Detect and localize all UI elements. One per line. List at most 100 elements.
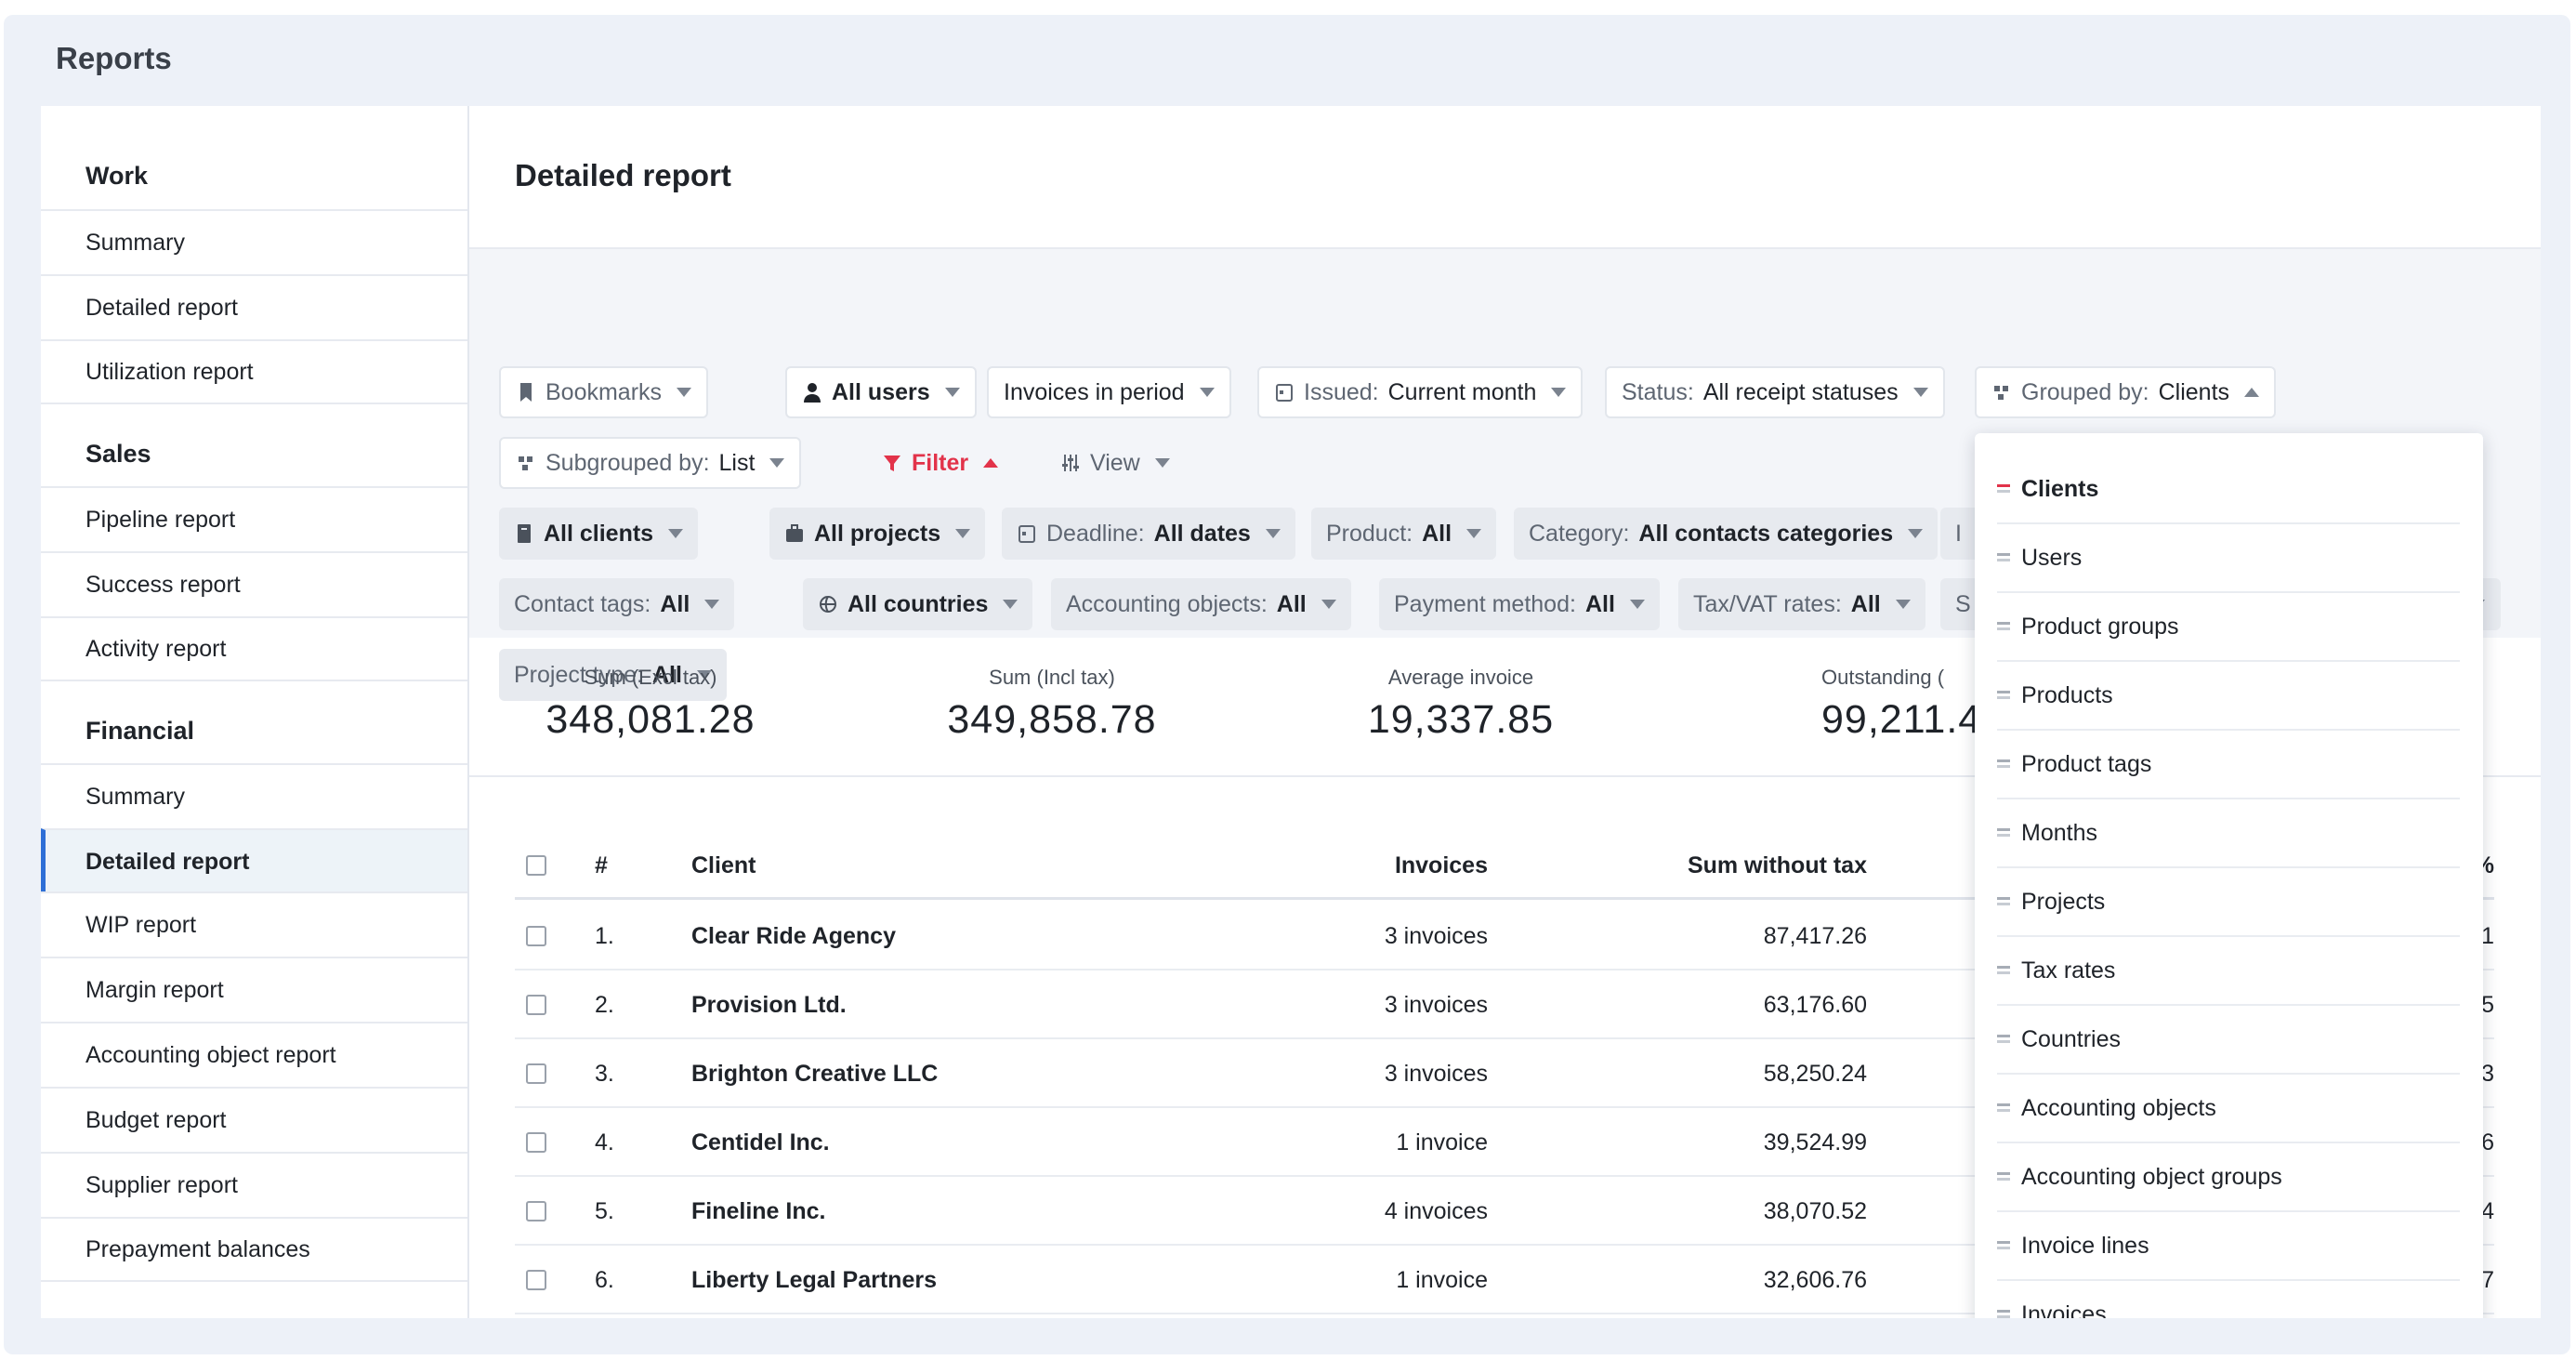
list-icon: [1997, 1238, 2010, 1253]
list-icon: [1997, 825, 2010, 840]
sidebar-item-wip-report[interactable]: WIP report: [41, 891, 467, 957]
all-users-dropdown[interactable]: All users: [785, 366, 977, 418]
group-option-product-tags[interactable]: Product tags: [1997, 731, 2460, 799]
tax-vat-rates-dropdown[interactable]: Tax/VAT rates: All: [1678, 578, 1925, 630]
all-projects-dropdown[interactable]: All projects: [769, 508, 986, 560]
list-icon: [1997, 1169, 2010, 1184]
issued-dropdown[interactable]: Issued: Current month: [1257, 366, 1584, 418]
group-option-accounting-object-groups[interactable]: Accounting object groups: [1997, 1143, 2460, 1212]
status-dropdown[interactable]: Status: All receipt statuses: [1605, 366, 1945, 418]
accounting-objects-dropdown[interactable]: Accounting objects: All: [1051, 578, 1351, 630]
group-option-accounting-objects[interactable]: Accounting objects: [1997, 1075, 2460, 1143]
row-checkbox[interactable]: [526, 1108, 546, 1177]
list-icon: [1997, 619, 2010, 634]
globe-icon: [820, 596, 836, 613]
contact-tags-dropdown[interactable]: Contact tags: All: [499, 578, 735, 630]
row-client[interactable]: Clear Ride Agency: [691, 902, 896, 970]
group-option-countries[interactable]: Countries: [1997, 1006, 2460, 1075]
row-invoices[interactable]: 3 invoices: [1165, 970, 1488, 1039]
payment-method-dropdown[interactable]: Payment method: All: [1379, 578, 1660, 630]
sidebar-section-sales: Sales: [85, 440, 151, 468]
grouped-by-dropdown[interactable]: Grouped by: Clients: [1975, 366, 2277, 418]
sidebar-item-activity-report[interactable]: Activity report: [41, 616, 467, 681]
row-checkbox[interactable]: [526, 1039, 546, 1108]
group-option-label: Countries: [2021, 1025, 2121, 1052]
row-client[interactable]: Liberty Legal Partners: [691, 1246, 937, 1314]
header-sum-without-tax[interactable]: Sum without tax: [1537, 831, 1867, 900]
chevron-down-icon: [1895, 600, 1911, 609]
row-sum-without-tax: 63,176.60: [1763, 991, 1867, 1018]
group-option-tax-rates[interactable]: Tax rates: [1997, 937, 2460, 1006]
payment-method-value: All: [1584, 590, 1615, 617]
row-checkbox[interactable]: [526, 902, 546, 970]
view-label: View: [1090, 449, 1140, 476]
reports-card: Work Summary Detailed report Utilization…: [41, 106, 2541, 1318]
partial-filter-label: S: [1955, 590, 1971, 617]
group-option-clients[interactable]: Clients: [1997, 456, 2460, 524]
chevron-down-icon: [1003, 600, 1019, 609]
group-option-product-groups[interactable]: Product groups: [1997, 593, 2460, 662]
row-client[interactable]: Centidel Inc.: [691, 1108, 830, 1177]
deadline-dropdown[interactable]: Deadline: All dates: [1002, 508, 1295, 560]
group-icon: [519, 456, 532, 470]
category-dropdown[interactable]: Category: All contacts categories: [1514, 508, 1939, 560]
row-client[interactable]: Provision Ltd.: [691, 970, 847, 1039]
sidebar-item-financial-summary[interactable]: Summary: [41, 763, 467, 828]
product-label: Product:: [1326, 520, 1413, 547]
issued-label: Issued:: [1304, 378, 1379, 405]
bookmarks-dropdown[interactable]: Bookmarks: [499, 366, 709, 418]
sidebar-item-budget-report[interactable]: Budget report: [41, 1087, 467, 1152]
view-dropdown[interactable]: View: [1045, 437, 1185, 489]
sidebar-item-success-report[interactable]: Success report: [41, 551, 467, 616]
chevron-down-icon: [1908, 529, 1924, 538]
row-number: 5.: [595, 1197, 614, 1224]
sidebar-item-margin-report[interactable]: Margin report: [41, 957, 467, 1022]
row-client[interactable]: Brighton Creative LLC: [691, 1039, 938, 1108]
group-option-products[interactable]: Products: [1997, 662, 2460, 731]
filter-toggle[interactable]: Filter: [867, 437, 1013, 489]
invoices-in-period-dropdown[interactable]: Invoices in period: [987, 366, 1231, 418]
list-icon: [1997, 757, 2010, 772]
sidebar-item-prepayment-balances[interactable]: Prepayment balances: [41, 1217, 467, 1282]
header-number[interactable]: #: [595, 831, 608, 900]
row-invoices[interactable]: 3 invoices: [1165, 1039, 1488, 1108]
group-option-invoice-lines[interactable]: Invoice lines: [1997, 1212, 2460, 1281]
stat-sum-incl-tax: Sum (Incl tax) 349,858.78: [936, 666, 1168, 743]
group-option-invoices[interactable]: Invoices: [1997, 1281, 2460, 1318]
header-invoices[interactable]: Invoices: [1165, 831, 1488, 900]
category-label: Category:: [1529, 520, 1630, 547]
select-all-checkbox[interactable]: [526, 831, 546, 900]
product-dropdown[interactable]: Product: All: [1311, 508, 1497, 560]
subgrouped-by-dropdown[interactable]: Subgrouped by: List: [499, 437, 802, 489]
group-option-label: Product tags: [2021, 750, 2152, 777]
sidebar-item-work-detailed-report[interactable]: Detailed report: [41, 274, 467, 339]
all-projects-label: All projects: [814, 520, 941, 547]
category-value: All contacts categories: [1638, 520, 1894, 547]
row-checkbox[interactable]: [526, 970, 546, 1039]
row-checkbox[interactable]: [526, 1177, 546, 1246]
row-invoices[interactable]: 4 invoices: [1165, 1177, 1488, 1246]
chevron-up-icon: [2244, 388, 2260, 397]
sidebar-item-utilization-report[interactable]: Utilization report: [41, 339, 467, 404]
row-invoices[interactable]: 1 invoice: [1165, 1246, 1488, 1314]
header-client[interactable]: Client: [691, 831, 756, 900]
sidebar-item-financial-detailed-report[interactable]: Detailed report: [41, 828, 467, 893]
stat-value: 348,081.28: [545, 697, 756, 742]
row-client[interactable]: Fineline Inc.: [691, 1177, 825, 1246]
row-invoices[interactable]: 3 invoices: [1165, 902, 1488, 970]
all-countries-dropdown[interactable]: All countries: [803, 578, 1033, 630]
accounting-objects-value: All: [1276, 590, 1307, 617]
group-option-users[interactable]: Users: [1997, 524, 2460, 593]
filter-label: Filter: [912, 449, 969, 476]
row-checkbox[interactable]: [526, 1246, 546, 1314]
sidebar-item-supplier-report[interactable]: Supplier report: [41, 1152, 467, 1217]
sidebar-item-work-summary[interactable]: Summary: [41, 209, 467, 274]
sidebar-item-pipeline-report[interactable]: Pipeline report: [41, 486, 467, 551]
group-option-months[interactable]: Months: [1997, 799, 2460, 868]
sidebar-item-accounting-object-report[interactable]: Accounting object report: [41, 1022, 467, 1087]
row-sum-without-tax: 32,606.76: [1763, 1266, 1867, 1293]
row-invoices[interactable]: 1 invoice: [1165, 1108, 1488, 1177]
group-option-projects[interactable]: Projects: [1997, 868, 2460, 937]
chevron-down-icon: [1154, 458, 1170, 468]
all-clients-dropdown[interactable]: All clients: [499, 508, 699, 560]
